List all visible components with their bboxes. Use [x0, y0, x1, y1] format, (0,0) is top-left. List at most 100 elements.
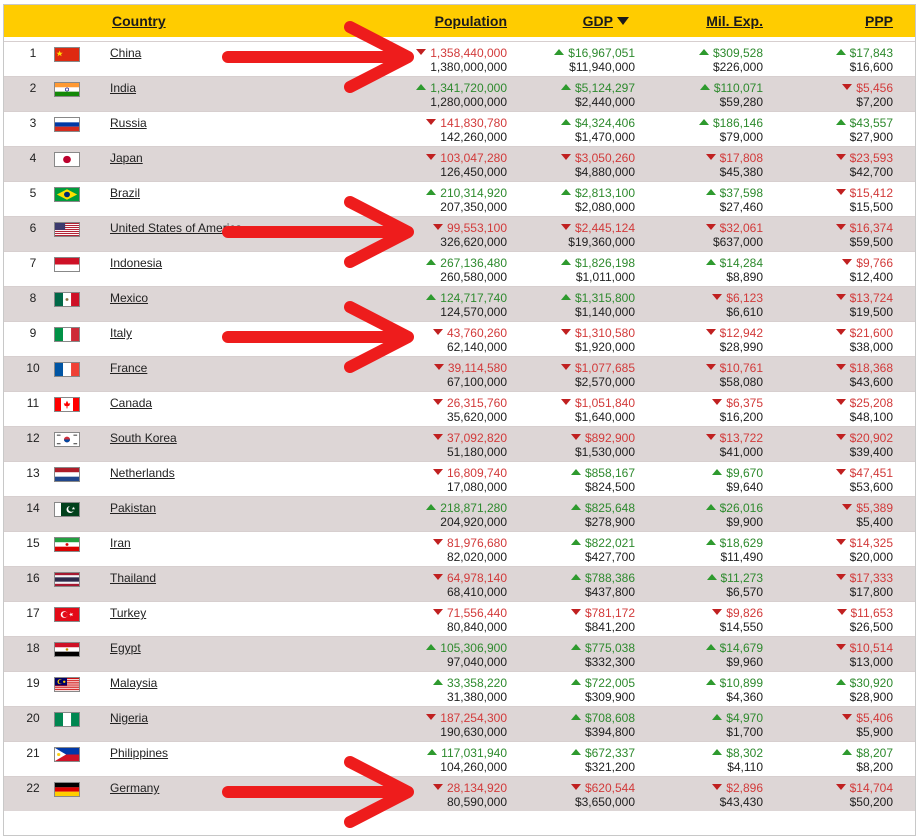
ppp-estimate: $18,368	[849, 361, 893, 375]
mil-estimate: $18,629	[719, 536, 763, 550]
country-column-header[interactable]: Country	[112, 13, 166, 29]
flag-pk-icon	[54, 502, 80, 517]
ppp-estimate: $15,412	[849, 186, 893, 200]
mil-estimate: $32,061	[719, 221, 763, 235]
pop-estimate: 43,760,260	[446, 326, 507, 340]
trend-arrow-icon	[570, 539, 581, 545]
military-expenditure-column-header[interactable]: Mil. Exp.	[706, 13, 763, 29]
country-link[interactable]: Mexico	[110, 291, 148, 305]
gdp-estimate: $708,608	[584, 711, 635, 725]
country-link[interactable]: South Korea	[110, 431, 177, 445]
country-link[interactable]: Pakistan	[110, 501, 156, 515]
trend-arrow-icon	[712, 714, 723, 720]
country-link[interactable]: Nigeria	[110, 711, 148, 725]
trend-arrow-icon	[560, 154, 571, 160]
rank-number: 17	[26, 606, 40, 620]
ppp-reference: $13,000	[849, 655, 893, 669]
rank-number: 9	[29, 326, 37, 340]
population-column-header[interactable]: Population	[435, 13, 507, 29]
gdp-value: $858,167	[570, 466, 635, 480]
pop-value: 218,871,280	[426, 501, 507, 515]
pop-value: 1,341,720,000	[416, 81, 507, 95]
country-link[interactable]: Italy	[110, 326, 132, 340]
ppp-value: $30,920	[835, 676, 893, 690]
pop-estimate: 28,134,920	[446, 781, 507, 795]
country-link[interactable]: Canada	[110, 396, 152, 410]
gdp-reference: $841,200	[584, 620, 635, 634]
trend-arrow-icon	[842, 259, 853, 265]
table-row: 22 Germany 28,134,920 80,590,000 $620,544 $3,…	[4, 776, 915, 811]
country-link[interactable]: Philippines	[110, 746, 168, 760]
gdp-reference: $394,800	[584, 725, 635, 739]
mil-estimate: $9,826	[726, 606, 763, 620]
mil-estimate: $6,375	[726, 396, 763, 410]
country-link[interactable]: Thailand	[110, 571, 156, 585]
country-link[interactable]: Turkey	[110, 606, 146, 620]
trend-arrow-icon	[712, 294, 723, 300]
trend-arrow-icon	[432, 539, 443, 545]
mil-estimate: $13,722	[719, 431, 763, 445]
trend-arrow-icon	[835, 364, 846, 370]
ppp-value: $47,451	[835, 466, 893, 480]
rank-number: 22	[26, 781, 40, 795]
pop-value: 16,809,740	[432, 466, 507, 480]
country-link[interactable]: China	[110, 46, 141, 60]
pop-value: 141,830,780	[426, 116, 507, 130]
ppp-estimate: $14,325	[849, 536, 893, 550]
ppp-value: $11,653	[836, 606, 893, 620]
pop-value: 103,047,280	[426, 151, 507, 165]
country-link[interactable]: Indonesia	[110, 256, 162, 270]
trend-arrow-icon	[705, 434, 716, 440]
gdp-column-header[interactable]: GDP	[583, 13, 629, 29]
pop-value: 1,358,440,000	[416, 46, 507, 60]
country-link[interactable]: Russia	[110, 116, 147, 130]
ppp-reference: $5,900	[856, 725, 893, 739]
ppp-column-header[interactable]: PPP	[865, 13, 893, 29]
ppp-reference: $43,600	[849, 375, 893, 389]
table-header: Country Population GDP Mil. Exp. PPP	[4, 5, 915, 37]
ppp-value: $5,456	[842, 81, 893, 95]
country-link[interactable]: United States of America	[110, 221, 242, 235]
ppp-reference: $15,500	[849, 200, 893, 214]
country-link[interactable]: Egypt	[110, 641, 141, 655]
gdp-estimate: $781,172	[584, 606, 635, 620]
mil-estimate: $309,528	[712, 46, 763, 60]
trend-arrow-icon	[560, 224, 571, 230]
pop-estimate: 16,809,740	[446, 466, 507, 480]
country-link[interactable]: Netherlands	[110, 466, 175, 480]
country-link[interactable]: Germany	[110, 781, 159, 795]
table-row: 13 Netherlands 16,809,740 17,080,000 $858,16…	[4, 461, 915, 496]
pop-estimate: 187,254,300	[440, 711, 507, 725]
country-link[interactable]: Malaysia	[110, 676, 157, 690]
table-row: 9 Italy 43,760,260 62,140,000 $1,310,580 $1,9…	[4, 321, 915, 356]
mil-estimate: $110,071	[713, 81, 763, 95]
trend-arrow-icon	[570, 714, 581, 720]
country-link[interactable]: India	[110, 81, 136, 95]
gdp-value: $1,826,198	[560, 256, 635, 270]
country-link[interactable]: France	[110, 361, 147, 375]
country-link[interactable]: Brazil	[110, 186, 140, 200]
trend-arrow-icon	[712, 469, 723, 475]
gdp-estimate: $5,124,297	[574, 81, 635, 95]
pop-estimate: 37,092,820	[446, 431, 507, 445]
mil-value: $13,722	[705, 431, 763, 445]
gdp-reference: $332,300	[584, 655, 635, 669]
ppp-estimate: $14,704	[849, 781, 893, 795]
mil-reference: $14,550	[719, 620, 763, 634]
trend-arrow-icon	[432, 399, 443, 405]
ppp-value: $10,514	[835, 641, 893, 655]
gdp-value: $1,315,800	[560, 291, 635, 305]
mil-value: $10,761	[705, 361, 763, 375]
trend-arrow-icon	[432, 469, 443, 475]
pop-estimate: 141,830,780	[440, 116, 507, 130]
rank-number: 14	[26, 501, 40, 515]
pop-value: 81,976,680	[432, 536, 507, 550]
trend-arrow-icon	[699, 84, 710, 90]
mil-reference: $11,490	[720, 550, 764, 564]
trend-arrow-icon	[835, 644, 846, 650]
ppp-estimate: $17,333	[849, 571, 893, 585]
trend-arrow-icon	[835, 399, 846, 405]
gdp-value: $1,310,580	[560, 326, 635, 340]
country-link[interactable]: Japan	[110, 151, 143, 165]
country-link[interactable]: Iran	[110, 536, 131, 550]
